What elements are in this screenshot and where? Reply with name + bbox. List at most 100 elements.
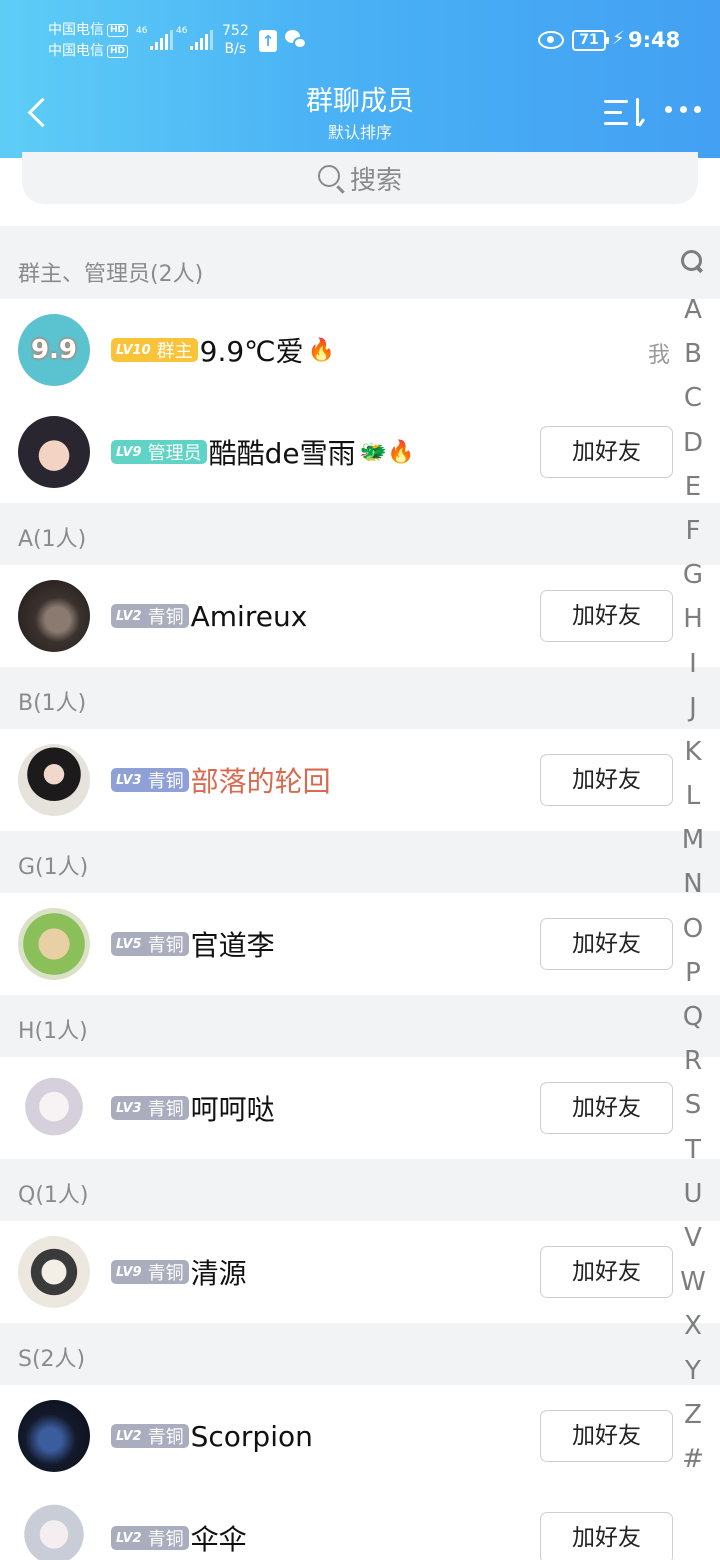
role-label: 青铜: [147, 935, 184, 956]
level-badge: LV5 青铜: [111, 932, 189, 956]
member-row[interactable]: 9.9 LV10 群主 9.9℃爱 🔥 我: [0, 299, 720, 401]
role-label: 群主: [156, 341, 193, 362]
add-friend-button[interactable]: 加好友: [540, 1512, 673, 1560]
index-letter[interactable]: N: [672, 862, 714, 906]
index-letter[interactable]: Y: [672, 1349, 714, 1393]
level-badge: LV2 青铜: [111, 1526, 189, 1550]
add-friend-button[interactable]: 加好友: [540, 426, 673, 478]
level-badge: LV9 青铜: [111, 1260, 189, 1284]
member-row[interactable]: LV2 青铜 伞伞 加好友: [0, 1487, 720, 1560]
index-letter[interactable]: D: [672, 421, 714, 465]
member-name: 呵呵哒: [190, 1093, 275, 1126]
charging-icon: ⚡: [612, 28, 625, 49]
index-letter[interactable]: K: [672, 730, 714, 774]
add-friend-button[interactable]: 加好友: [540, 918, 673, 970]
avatar[interactable]: [18, 1072, 90, 1144]
carrier-2: 中国电信: [48, 43, 104, 59]
section-header: A(1人): [0, 503, 720, 565]
member-list: 群主、管理员(2人) 9.9 LV10 群主 9.9℃爱 🔥 我 LV9 管理员 酷…: [0, 226, 720, 1560]
index-letter[interactable]: R: [672, 1039, 714, 1083]
search-input[interactable]: 搜索: [22, 152, 698, 204]
index-letter[interactable]: E: [672, 465, 714, 509]
avatar[interactable]: [18, 580, 90, 652]
index-letter[interactable]: P: [672, 951, 714, 995]
wechat-icon: [285, 30, 307, 50]
app-header: 中国电信 HD 中国电信 HD 46 46 752 B/s ↑ 71 ⚡ 9:48 …: [0, 0, 720, 158]
role-label: 青铜: [147, 607, 184, 628]
network-speed: 752 B/s: [222, 22, 249, 58]
section-header: 群主、管理员(2人): [0, 226, 720, 299]
level-badge: LV2 青铜: [111, 1424, 189, 1448]
avatar[interactable]: [18, 416, 90, 488]
index-letter[interactable]: H: [672, 597, 714, 641]
more-icon[interactable]: [665, 106, 701, 116]
add-friend-button[interactable]: 加好友: [540, 590, 673, 642]
index-letter[interactable]: C: [672, 376, 714, 420]
member-row[interactable]: LV2 青铜 Amireux 加好友: [0, 565, 720, 667]
section-header: H(1人): [0, 995, 720, 1057]
level-badge: LV2 青铜: [111, 604, 189, 628]
level-number: LV2: [116, 608, 142, 624]
index-letter[interactable]: V: [672, 1216, 714, 1260]
member-row[interactable]: LV3 青铜 部落的轮回 加好友: [0, 729, 720, 831]
index-letter[interactable]: I: [672, 642, 714, 686]
index-search-icon[interactable]: [672, 244, 714, 278]
index-letter[interactable]: J: [672, 686, 714, 730]
level-number: LV9: [116, 444, 142, 460]
member-row[interactable]: LV9 管理员 酷酷de雪雨 🐲🔥 加好友: [0, 401, 720, 503]
avatar[interactable]: 9.9: [18, 314, 90, 386]
index-letter[interactable]: Q: [672, 995, 714, 1039]
member-name: 酷酷de雪雨: [208, 437, 356, 470]
network-type: 46: [176, 26, 188, 36]
index-letter[interactable]: Z: [672, 1393, 714, 1437]
index-letter[interactable]: F: [672, 509, 714, 553]
clock: 9:48: [628, 28, 681, 52]
add-friend-button[interactable]: 加好友: [540, 1082, 673, 1134]
avatar[interactable]: [18, 1502, 90, 1560]
add-friend-button[interactable]: 加好友: [540, 1410, 673, 1462]
avatar[interactable]: [18, 1236, 90, 1308]
level-number: LV9: [116, 1264, 142, 1280]
member-name: 9.9℃爱: [199, 335, 304, 368]
member-row[interactable]: LV9 青铜 清源 加好友: [0, 1221, 720, 1323]
index-letter[interactable]: U: [672, 1172, 714, 1216]
index-letter[interactable]: S: [672, 1083, 714, 1127]
upload-icon: ↑: [259, 30, 277, 52]
signal-icon: 46: [136, 26, 173, 50]
index-letter[interactable]: L: [672, 774, 714, 818]
level-badge: LV9 管理员: [111, 440, 207, 464]
add-friend-button[interactable]: 加好友: [540, 754, 673, 806]
index-letters: A B C D E F G H I J K L M N O P Q R S T U V W X Y Z #: [672, 288, 714, 1481]
role-label: 青铜: [147, 771, 184, 792]
member-row[interactable]: LV3 青铜 呵呵哒 加好友: [0, 1057, 720, 1159]
status-bar: 中国电信 HD 中国电信 HD 46 46 752 B/s ↑ 71 ⚡ 9:48: [0, 0, 720, 82]
index-letter[interactable]: M: [672, 818, 714, 862]
index-letter[interactable]: #: [672, 1437, 714, 1481]
role-label: 青铜: [147, 1427, 184, 1448]
avatar[interactable]: [18, 1400, 90, 1472]
index-letter[interactable]: W: [672, 1260, 714, 1304]
role-label: 青铜: [147, 1099, 184, 1120]
avatar[interactable]: [18, 908, 90, 980]
add-friend-button[interactable]: 加好友: [540, 1246, 673, 1298]
index-letter[interactable]: O: [672, 907, 714, 951]
index-letter[interactable]: G: [672, 553, 714, 597]
avatar[interactable]: [18, 744, 90, 816]
index-letter[interactable]: T: [672, 1128, 714, 1172]
member-name: 清源: [190, 1257, 247, 1290]
index-letter[interactable]: A: [672, 288, 714, 332]
index-letter[interactable]: B: [672, 332, 714, 376]
alphabet-index[interactable]: A B C D E F G H I J K L M N O P Q R S T U V W X Y Z #: [672, 244, 714, 1481]
index-letter[interactable]: X: [672, 1304, 714, 1348]
member-name: 伞伞: [190, 1523, 247, 1556]
member-row[interactable]: LV2 青铜 Scorpion 加好友: [0, 1385, 720, 1487]
member-row[interactable]: LV5 青铜 官道李 加好友: [0, 893, 720, 995]
search-area: 搜索: [0, 152, 720, 226]
fire-icon: 🔥: [307, 337, 336, 363]
speed-value: 752: [222, 23, 249, 39]
carrier-info: 中国电信 HD 中国电信 HD: [48, 20, 129, 62]
search-icon: [317, 165, 340, 187]
level-number: LV3: [116, 772, 142, 788]
network-type: 46: [136, 26, 148, 36]
sort-icon[interactable]: [604, 96, 648, 130]
